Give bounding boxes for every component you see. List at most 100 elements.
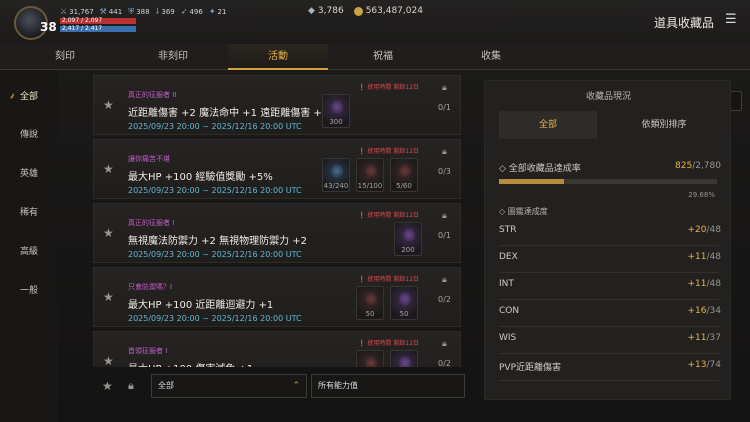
favorite-star-icon[interactable]: ★ bbox=[103, 226, 114, 240]
coin-icon bbox=[353, 6, 363, 16]
stat-value: 31,767 bbox=[69, 7, 94, 16]
material-slot[interactable]: 50 bbox=[356, 286, 384, 320]
lock-icon[interactable]: 🔒︎ bbox=[442, 83, 447, 93]
card-count: 0/1 bbox=[438, 103, 451, 112]
diamond-icon: ◆ bbox=[308, 6, 315, 16]
collection-card[interactable]: ★ 真正的征服者 II 近距離傷害 +2 魔法命中 +1 遠距離傷害 +2 2025/… bbox=[93, 75, 461, 135]
stat-value: 441 bbox=[108, 7, 123, 16]
mp-text: 2,417 / 2,417 bbox=[62, 25, 103, 32]
card-title: 首領征服者 I bbox=[128, 347, 168, 355]
lock-icon[interactable]: 🔒︎ bbox=[442, 147, 447, 157]
card-effect: 無視魔法防禦力 +2 無視物理防禦力 +2 bbox=[128, 236, 308, 247]
collection-card[interactable]: ★ 真正的征服者 I 無視魔法防禦力 +2 無視物理防禦力 +2 2025/09/23… bbox=[93, 203, 461, 263]
lock-filter-icon[interactable]: 🔒︎ bbox=[128, 379, 134, 393]
favorite-star-icon[interactable]: ★ bbox=[103, 354, 114, 367]
divider bbox=[499, 353, 719, 354]
material-slot[interactable]: 43/240 bbox=[322, 158, 350, 192]
grade-all[interactable]: ⸙ 全部 bbox=[0, 78, 58, 116]
collection-card[interactable]: ★ 讓你痛苦不堪 最大HP +100 經驗值獎勵 +5% 2025/09/23 20:… bbox=[93, 139, 461, 199]
grade-hero[interactable]: 英雄 bbox=[0, 155, 58, 193]
material-icon bbox=[403, 228, 415, 242]
stat-melee: ⸸ 369 bbox=[156, 6, 175, 17]
divider bbox=[499, 326, 719, 327]
bow-icon: ➶ bbox=[180, 7, 188, 16]
stat-max: /37 bbox=[706, 333, 721, 343]
stat-name: INT bbox=[499, 279, 514, 289]
progress-fill bbox=[499, 179, 564, 184]
tab-collect[interactable]: 收集 bbox=[446, 44, 536, 70]
favorite-star-icon[interactable]: ★ bbox=[103, 98, 114, 112]
favorite-star-icon[interactable]: ★ bbox=[103, 162, 114, 176]
stat-current: +11 bbox=[687, 252, 707, 262]
grade-sidebar: ⸙ 全部 傳說 英雄 稀有 高級 一般 bbox=[0, 70, 58, 422]
material-count: 5/60 bbox=[396, 182, 412, 190]
tab-blessing[interactable]: 祝福 bbox=[338, 44, 428, 70]
gems-value: 3,786 bbox=[317, 6, 344, 16]
tab-engraved[interactable]: 刻印 bbox=[20, 44, 110, 70]
tab-event[interactable]: 活動 bbox=[228, 44, 328, 70]
total-label: ◇ 全部收藏品達成率 bbox=[499, 164, 581, 174]
grade-filter-select[interactable]: 全部 ⌃ bbox=[151, 374, 307, 398]
divider bbox=[499, 380, 719, 381]
favorite-filter-icon[interactable]: ★ bbox=[102, 379, 113, 393]
stat-progress: +11/48 bbox=[688, 279, 721, 289]
stat-current: +11 bbox=[687, 333, 707, 343]
collection-status-panel: 收藏品現況 全部 依類別排序 ◇ 全部收藏品達成率 825/2,780 29.6… bbox=[484, 80, 731, 400]
card-effect: 最大HP +100 近距離迴避力 +1 bbox=[128, 300, 274, 311]
shield-icon: ⛨ bbox=[128, 6, 135, 16]
attack-icon: ⚒ bbox=[99, 7, 107, 16]
stat-progress: +16/34 bbox=[688, 306, 721, 316]
stat-current: +13 bbox=[687, 360, 707, 370]
material-slot[interactable] bbox=[356, 350, 384, 367]
section-title: ◇ 圖鑑達成度 bbox=[499, 207, 548, 216]
material-slot[interactable]: 300 bbox=[322, 94, 350, 128]
stat-name: STR bbox=[499, 225, 517, 235]
gold[interactable]: 563,487,024 bbox=[353, 6, 423, 16]
lock-icon[interactable]: 🔒︎ bbox=[442, 211, 447, 221]
material-slot[interactable]: 5/60 bbox=[390, 158, 418, 192]
tab-non-engraved[interactable]: 非刻印 bbox=[128, 44, 218, 70]
card-count: 0/2 bbox=[438, 295, 451, 304]
stat-current: +20 bbox=[687, 225, 707, 235]
stat-defense: ⛨ 388 bbox=[128, 6, 149, 17]
divider bbox=[499, 299, 719, 300]
material-slot[interactable] bbox=[390, 350, 418, 367]
gems[interactable]: ◆ 3,786 bbox=[308, 6, 344, 16]
stat-ranged: ➶ 496 bbox=[181, 6, 203, 17]
stat-filter-select[interactable]: 所有能力值 bbox=[311, 374, 465, 398]
panel-tab-all[interactable]: 全部 bbox=[499, 111, 597, 139]
stat-max: /48 bbox=[706, 279, 721, 289]
material-icon bbox=[365, 356, 377, 367]
favorite-star-icon[interactable]: ★ bbox=[103, 290, 114, 304]
grade-label: 一般 bbox=[20, 286, 39, 296]
filter-bar: ★ 🔒︎ 全部 ⌃ 所有能力值 bbox=[93, 370, 465, 402]
collection-list: ★ 真正的征服者 II 近距離傷害 +2 魔法命中 +1 遠距離傷害 +2 2025/… bbox=[93, 75, 461, 367]
grade-legendary[interactable]: 傳說 bbox=[0, 116, 58, 154]
divider bbox=[499, 272, 719, 273]
lock-icon[interactable]: 🔒︎ bbox=[442, 339, 447, 349]
time-limit-text: 使用時間 剩餘12日 bbox=[367, 212, 419, 219]
material-slot[interactable]: 15/100 bbox=[356, 158, 384, 192]
grade-normal[interactable]: 一般 bbox=[0, 272, 58, 310]
time-limit: ❗ 使用時間 剩餘12日 bbox=[358, 148, 419, 155]
material-icon bbox=[399, 356, 411, 367]
panel-tab-by-category[interactable]: 依類別排序 bbox=[609, 111, 719, 139]
grade-advanced[interactable]: 高級 bbox=[0, 233, 58, 271]
material-slot[interactable]: 200 bbox=[394, 222, 422, 256]
time-limit-text: 使用時間 剩餘12日 bbox=[367, 340, 419, 347]
stat-name: WIS bbox=[499, 333, 517, 343]
grade-rare[interactable]: 稀有 bbox=[0, 194, 58, 232]
material-count: 50 bbox=[399, 310, 409, 318]
grade-label: 稀有 bbox=[20, 208, 39, 218]
stat-value: 21 bbox=[217, 7, 227, 16]
material-count: 50 bbox=[365, 310, 375, 318]
material-count: 200 bbox=[401, 246, 415, 254]
lock-icon[interactable]: 🔒︎ bbox=[442, 275, 447, 285]
stat-max: /48 bbox=[706, 225, 721, 235]
stat-attack: ⚒ 441 bbox=[100, 6, 123, 17]
collection-card[interactable]: ★ 只會防禦嗎？I 最大HP +100 近距離迴避力 +1 2025/09/23 20… bbox=[93, 267, 461, 327]
material-slot[interactable]: 50 bbox=[390, 286, 418, 320]
menu-icon[interactable]: ☰ bbox=[725, 12, 741, 28]
stat-magic: ✦ 21 bbox=[209, 6, 227, 17]
collection-card[interactable]: ★ 首領征服者 I 最大HP +100 傷害減免 +1 ❗ 使用時間 剩餘12日 🔒︎ 0… bbox=[93, 331, 461, 367]
